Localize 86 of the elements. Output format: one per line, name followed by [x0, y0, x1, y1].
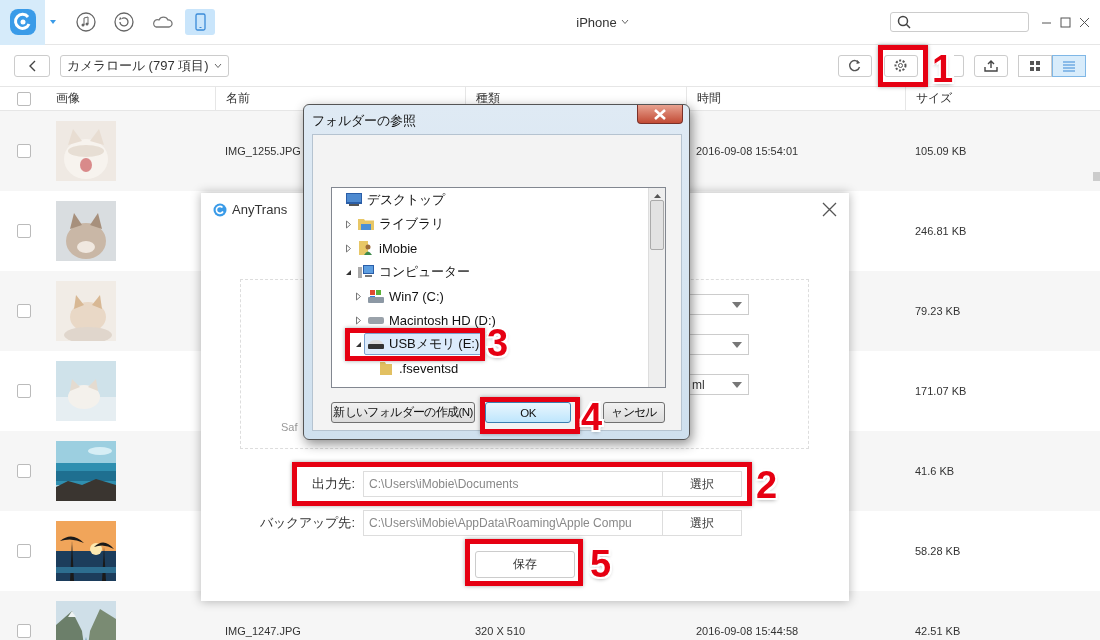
step-number: 1: [932, 50, 954, 88]
table-cell: 79.23 KB: [915, 305, 961, 317]
table-cell: IMG_1255.JPG: [225, 145, 301, 157]
expand-arrow-icon[interactable]: [344, 219, 352, 229]
row-checkbox[interactable]: [17, 384, 31, 398]
restore-icon: [113, 12, 135, 32]
app-logo[interactable]: [8, 8, 37, 36]
dropdown-arrow-icon[interactable]: [732, 341, 742, 348]
folder-icon: [358, 216, 374, 232]
dropdown-arrow-icon[interactable]: [732, 381, 742, 388]
expand-arrow-icon[interactable]: [344, 243, 352, 253]
dialog-button[interactable]: 新しいフォルダーの作成(N): [331, 402, 475, 423]
table-cell: 41.6 KB: [915, 465, 955, 477]
chevron-icon: [213, 62, 222, 69]
field-label: バックアップ先:: [259, 514, 355, 532]
scrollbar-thumb[interactable]: [1093, 172, 1100, 181]
tree-item[interactable]: デスクトップ: [342, 189, 449, 211]
table-cell: IMG_1247.JPG: [225, 625, 301, 637]
toolbar-button[interactable]: [838, 54, 872, 77]
step-number: 2: [756, 466, 778, 504]
back-button[interactable]: [14, 54, 50, 77]
row-checkbox[interactable]: [17, 224, 31, 238]
dialog-button[interactable]: OK: [485, 402, 571, 423]
toolbar-button[interactable]: [884, 54, 918, 77]
dropdown-value: ml: [692, 377, 705, 392]
computer-icon: [358, 264, 374, 280]
close-icon[interactable]: [1079, 16, 1090, 28]
scroll-up-icon[interactable]: [653, 193, 661, 198]
table-cell: 171.07 KB: [915, 385, 967, 397]
search-field[interactable]: [890, 12, 1029, 32]
column-header[interactable]: サイズ: [905, 87, 1100, 110]
table-cell: 246.81 KB: [915, 225, 967, 237]
expand-arrow-icon[interactable]: [354, 291, 362, 301]
table-cell: 58.28 KB: [915, 545, 961, 557]
dialog-button[interactable]: ャンセル: [603, 402, 665, 423]
step-number: 4: [581, 398, 603, 436]
close-icon[interactable]: [822, 202, 837, 217]
row-checkbox[interactable]: [17, 464, 31, 478]
dialog-title: フォルダーの参照: [311, 112, 416, 130]
monitor-icon: [346, 192, 362, 208]
toolbar-button[interactable]: [974, 54, 1008, 77]
row-checkbox[interactable]: [17, 544, 31, 558]
row-checkbox[interactable]: [17, 624, 31, 638]
settings-icon: [893, 57, 909, 74]
usb-drive-icon: [368, 339, 384, 349]
search-icon: [897, 15, 911, 29]
dropdown-arrow-icon[interactable]: [732, 301, 742, 308]
close-icon: [653, 108, 667, 120]
field-label: 出力先:: [311, 475, 355, 493]
tree-item[interactable]: ライブラリ: [354, 213, 448, 235]
drive-icon: [368, 316, 384, 324]
row-checkbox[interactable]: [17, 144, 31, 158]
album-dropdown[interactable]: カメラロール (797 項目): [60, 54, 229, 77]
table-cell: 105.09 KB: [915, 145, 967, 157]
column-header[interactable]: 画像: [56, 87, 215, 110]
expand-arrow-icon[interactable]: [354, 315, 362, 325]
table-cell: 2016-09-08 15:44:58: [696, 625, 799, 637]
close-button[interactable]: [637, 105, 683, 124]
row-checkbox[interactable]: [17, 304, 31, 318]
tree-item[interactable]: .fseventsd: [374, 358, 463, 378]
maximize-icon[interactable]: [1060, 16, 1071, 28]
save-button[interactable]: 保存: [475, 551, 575, 578]
view-toggle[interactable]: [1052, 54, 1086, 77]
app-logo: [213, 202, 227, 217]
user-folder-icon: [358, 240, 374, 256]
back-icon: [28, 59, 36, 72]
highlight-frame: [878, 45, 928, 87]
refresh-icon: [847, 57, 863, 74]
table-cell: 2016-09-08 15:54:01: [696, 145, 799, 157]
tree-item[interactable]: Win7 (C:): [364, 286, 448, 306]
view-toggle[interactable]: [1018, 54, 1052, 77]
scrollbar-thumb[interactable]: [650, 200, 664, 250]
tree-item[interactable]: iMobie: [354, 238, 422, 258]
music-icon: [75, 12, 97, 32]
dialog-title: AnyTrans: [232, 202, 288, 217]
drive-icon: [368, 288, 384, 304]
field-label: Saf: [281, 421, 298, 433]
tree-item[interactable]: コンピューター: [354, 261, 474, 283]
table-cell: 42.51 KB: [915, 625, 961, 637]
folder-icon: [378, 360, 394, 376]
chevron-icon[interactable]: [620, 19, 629, 25]
caret-icon[interactable]: [49, 19, 57, 25]
device-title[interactable]: iPhone: [576, 14, 617, 30]
select-all-checkbox[interactable]: [17, 91, 31, 106]
table-cell: 320 X 510: [475, 625, 526, 637]
step-number: 5: [590, 545, 612, 583]
